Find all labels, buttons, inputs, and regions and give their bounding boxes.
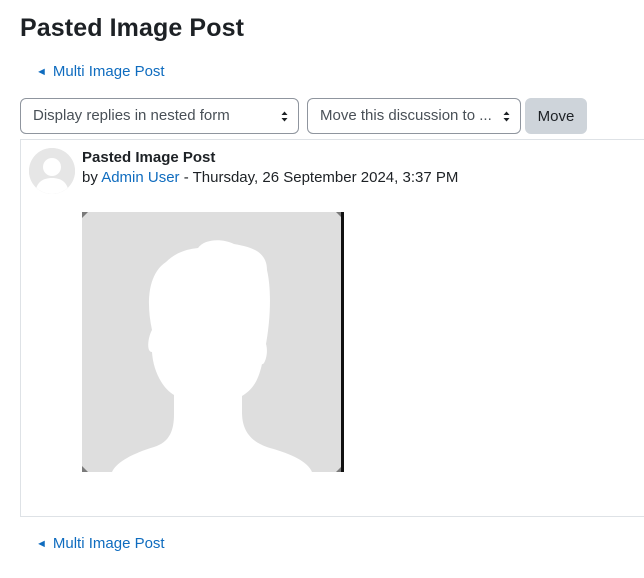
left-arrow-icon: ◄ <box>36 66 47 78</box>
post-date: Thursday, 26 September 2024, 3:37 PM <box>192 169 459 186</box>
post-subject: Pasted Image Post <box>82 149 216 166</box>
pasted-image <box>82 212 344 472</box>
default-user-icon <box>29 148 75 194</box>
left-arrow-icon: ◄ <box>36 538 47 550</box>
prev-discussion-link-top[interactable]: ◄ Multi Image Post <box>36 63 165 80</box>
author-link[interactable]: Admin User <box>101 169 179 186</box>
byline-prefix: by <box>82 169 98 186</box>
updown-caret-icon <box>281 111 288 122</box>
prev-discussion-label: Multi Image Post <box>52 63 165 80</box>
move-button[interactable]: Move <box>525 98 587 134</box>
move-discussion-select[interactable]: Move this discussion to ... <box>307 98 521 134</box>
move-discussion-value: Move this discussion to ... <box>320 107 492 124</box>
forum-post: Pasted Image Post by Admin User - Thursd… <box>20 139 644 517</box>
post-byline: by Admin User - Thursday, 26 September 2… <box>82 169 458 186</box>
prev-discussion-label: Multi Image Post <box>52 535 165 552</box>
author-avatar[interactable] <box>29 148 75 194</box>
byline-separator: - <box>183 169 189 186</box>
updown-caret-icon <box>503 111 510 122</box>
prev-discussion-link-bottom[interactable]: ◄ Multi Image Post <box>36 535 165 552</box>
display-mode-select[interactable]: Display replies in nested form <box>20 98 299 134</box>
page-title: Pasted Image Post <box>20 14 245 42</box>
display-mode-value: Display replies in nested form <box>33 107 230 124</box>
